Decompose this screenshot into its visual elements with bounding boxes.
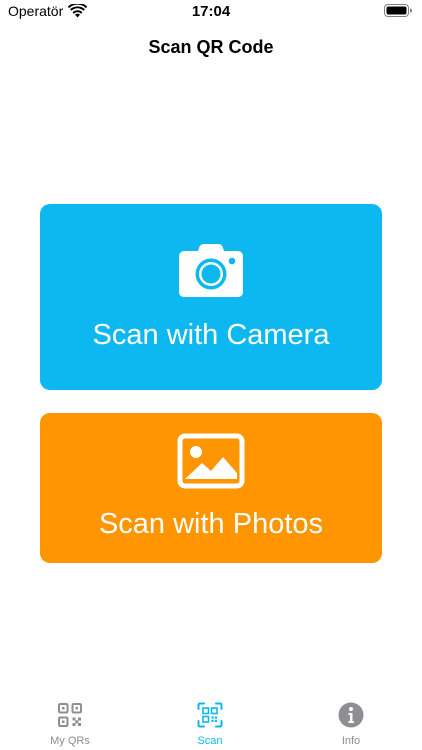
tab-scan-label: Scan [197,735,223,747]
scan-with-camera-label: Scan with Camera [92,319,330,351]
status-time: 17:04 [191,3,231,20]
tab-scan[interactable]: Scan [140,692,280,750]
info-icon [281,702,421,728]
tab-info[interactable]: Info [281,692,421,750]
scan-with-photos-button[interactable]: Scan with Photos [40,413,382,563]
tab-my-qrs-label: My QRs [50,735,90,747]
photo-icon [40,433,382,489]
battery-icon [384,4,412,17]
scan-with-photos-label: Scan with Photos [98,508,324,540]
tab-my-qrs[interactable]: My QRs [0,692,140,750]
scan-with-camera-button[interactable]: Scan with Camera [40,204,382,390]
tab-info-label: Info [341,735,361,747]
tab-bar: My QRs Scan Info [0,692,422,750]
status-bar: Operatör 17:04 [0,0,422,26]
camera-icon [40,242,382,298]
qr-code-icon [0,702,140,728]
page-title: Scan QR Code [148,37,274,57]
qr-scan-icon [140,702,280,728]
